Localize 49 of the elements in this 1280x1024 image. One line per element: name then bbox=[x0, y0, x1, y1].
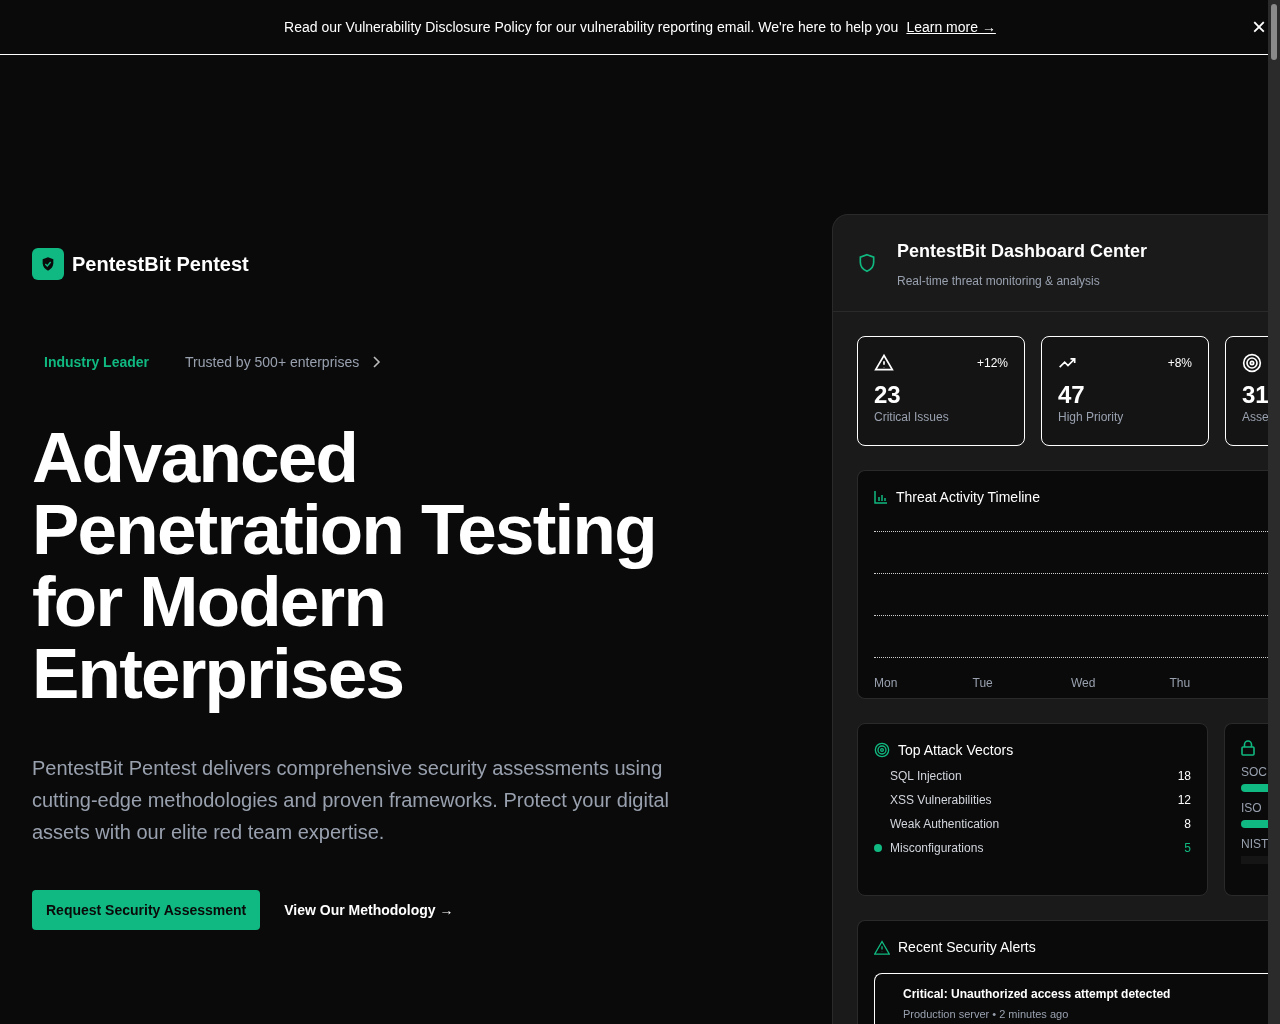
vector-count: 8 bbox=[1184, 816, 1191, 832]
warning-icon bbox=[874, 353, 894, 373]
stat-value: 47 bbox=[1058, 381, 1085, 409]
vector-count: 12 bbox=[1177, 792, 1191, 808]
vector-name[interactable]: SQL Injection bbox=[890, 768, 962, 784]
target-icon bbox=[874, 742, 890, 758]
target-icon bbox=[1242, 353, 1262, 373]
alert-card[interactable]: Critical: Unauthorized access attempt detected Production server • 2 minutes ago bbox=[874, 973, 1268, 1024]
vector-count: 5 bbox=[1184, 840, 1191, 856]
hero-description: PentestBit Pentest delivers comprehensive security assessments using cutting-edge methodologies and proven frameworks. Protect your digital assets with our elite red team expertise. bbox=[32, 756, 670, 845]
request-assessment-button[interactable]: Request Security Assessment bbox=[32, 890, 261, 930]
axis-label: Tue bbox=[972, 675, 994, 691]
change-percent: +12% bbox=[976, 355, 1008, 371]
methodology-link[interactable]: View Our Methodology → bbox=[284, 900, 454, 920]
alerts-title: Recent Security Alerts bbox=[898, 938, 1036, 957]
scrollbar[interactable] bbox=[1268, 0, 1280, 1024]
announcement-text: Read our Vulnerability Disclosure Policy for our vulnerability reporting email. We're here to help you bbox=[284, 18, 899, 37]
stat-label: Critical Issues bbox=[874, 409, 949, 425]
compliance-name: NIST bbox=[1241, 836, 1268, 852]
vector-count: 18 bbox=[1177, 768, 1191, 784]
warning-icon bbox=[874, 939, 890, 955]
learn-more-link[interactable]: Learn more → bbox=[906, 17, 996, 37]
dashboard-title: PentestBit Dashboard Center bbox=[897, 240, 1148, 263]
stat-value: 31 bbox=[1242, 381, 1268, 409]
axis-label: Mon bbox=[874, 675, 899, 691]
badge-label: Industry Leader bbox=[44, 353, 150, 372]
vector-name[interactable]: XSS Vulnerabilities bbox=[890, 792, 992, 808]
change-percent: +8% bbox=[1167, 355, 1192, 371]
axis-label: Wed bbox=[1071, 675, 1097, 691]
shield-icon bbox=[857, 252, 877, 274]
vector-name[interactable]: Misconfigurations bbox=[890, 840, 984, 856]
compliance-name: ISO bbox=[1241, 800, 1262, 816]
lock-icon bbox=[1241, 740, 1255, 756]
axis-label: Thu bbox=[1169, 675, 1192, 691]
close-button[interactable]: × bbox=[1252, 13, 1266, 41]
alert-meta: Production server • 2 minutes ago bbox=[903, 1007, 1069, 1022]
stat-label: High Priority bbox=[1058, 409, 1124, 425]
logo-icon bbox=[32, 248, 64, 280]
dashboard-subtitle: Real-time threat monitoring & analysis bbox=[897, 273, 1100, 289]
attack-vectors-title: Top Attack Vectors bbox=[898, 741, 1014, 760]
timeline-title: Threat Activity Timeline bbox=[896, 488, 1040, 507]
compliance-name: SOC bbox=[1241, 764, 1267, 780]
bar-chart-icon bbox=[874, 490, 888, 504]
brand-name: PentestBit Pentest bbox=[72, 252, 249, 277]
stat-label: Asse bbox=[1242, 409, 1268, 425]
badge-text: Trusted by 500+ enterprises bbox=[185, 353, 360, 372]
vector-name[interactable]: Weak Authentication bbox=[890, 816, 1000, 832]
stat-value: 23 bbox=[874, 381, 901, 409]
alert-title: Critical: Unauthorized access attempt detected bbox=[903, 986, 1171, 1002]
